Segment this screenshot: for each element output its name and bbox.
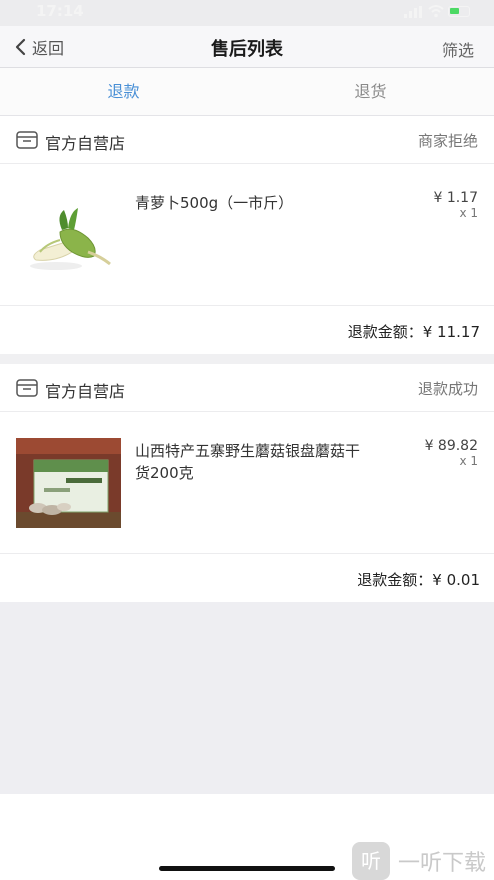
- watermark-text: 一听下载: [397, 851, 486, 876]
- item-price: ¥ 1.17: [433, 190, 478, 206]
- status-bar: 17:14: [0, 0, 494, 26]
- shop-icon: [16, 379, 38, 397]
- order-card-header: 官方自营店 退款成功: [0, 364, 494, 412]
- status-badge: 退款成功: [417, 380, 478, 398]
- tab-return[interactable]: 退货: [247, 68, 494, 115]
- refund-amount-row: 退款金额：¥ 0.01: [0, 554, 494, 601]
- shop-name: 官方自营店: [45, 134, 126, 153]
- status-badge: 商家拒绝: [417, 132, 478, 150]
- item-name: 山西特产五寨野生蘑菇银盘蘑菇干货200克: [135, 442, 361, 482]
- order-card-header: 官方自营店 商家拒绝: [0, 116, 494, 164]
- tab-refund[interactable]: 退款: [0, 68, 247, 115]
- shop-icon: [16, 131, 38, 149]
- refund-amount-row: 退款金额：¥ 11.17: [0, 306, 494, 353]
- filter-button[interactable]: 筛选: [442, 37, 474, 61]
- list-item[interactable]: 青萝卜500g（一市斤） ¥ 1.17 x 1: [0, 164, 494, 306]
- watermark: 听 一听下载: [351, 842, 486, 880]
- empty-area: [0, 602, 494, 794]
- refund-amount: 退款金额：¥ 0.01: [357, 571, 480, 589]
- shop-name: 官方自营店: [45, 382, 126, 401]
- tab-bar: 退款 退货: [0, 68, 494, 116]
- signal-icon: [404, 6, 422, 18]
- item-quantity: x 1: [459, 206, 478, 220]
- item-name: 青萝卜500g（一市斤）: [135, 194, 294, 212]
- item-price: ¥ 89.82: [424, 438, 478, 454]
- order-card[interactable]: 官方自营店 商家拒绝 青萝卜500g（一市斤） ¥ 1.17 x 1 退款金额：…: [0, 116, 494, 354]
- nav-bar: 返回 售后列表 筛选: [0, 26, 494, 68]
- product-image: [16, 190, 121, 280]
- page-title: 售后列表: [211, 39, 283, 60]
- list-item[interactable]: 山西特产五寨野生蘑菇银盘蘑菇干货200克 ¥ 89.82 x 1: [0, 412, 494, 554]
- wifi-icon: [428, 5, 444, 18]
- battery-icon: [448, 6, 470, 17]
- status-time: 17:14: [36, 2, 84, 20]
- watermark-logo: 听: [351, 842, 390, 880]
- order-card[interactable]: 官方自营店 退款成功 山西特产五寨野生蘑菇银盘蘑菇干货200克 ¥ 89.82 …: [0, 364, 494, 602]
- product-image: [16, 438, 121, 528]
- item-quantity: x 1: [459, 454, 478, 468]
- home-indicator[interactable]: [159, 866, 335, 871]
- refund-amount: 退款金额：¥ 11.17: [347, 323, 480, 341]
